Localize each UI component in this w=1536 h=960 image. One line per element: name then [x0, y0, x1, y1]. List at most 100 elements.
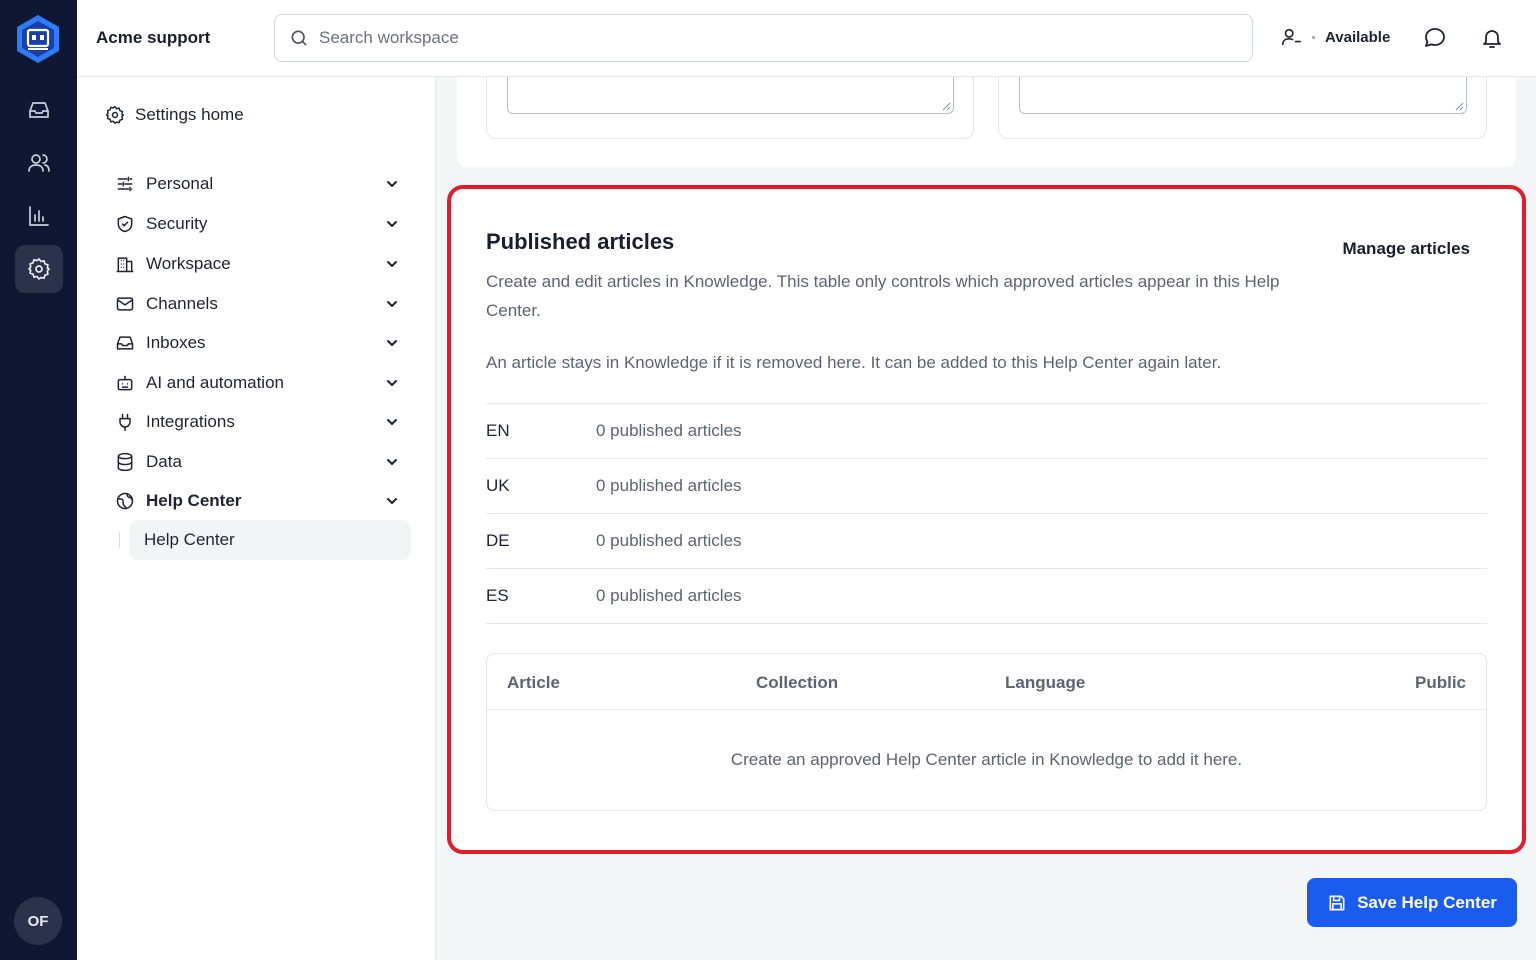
save-help-center-button[interactable]: Save Help Center [1307, 878, 1517, 927]
section-description: Create and edit articles in Knowledge. T… [486, 272, 1280, 320]
plug-icon [119, 413, 131, 432]
user-icon [1281, 28, 1301, 46]
search-box[interactable] [274, 14, 1253, 62]
column-header-public[interactable]: Public [1415, 673, 1466, 693]
app-logo-icon[interactable] [15, 14, 61, 64]
sidebar-item-help-center[interactable]: Help Center [115, 486, 405, 516]
rail-inbox-button[interactable] [15, 86, 63, 134]
sidebar-item-label: Data [146, 452, 182, 471]
table-header: Article Collection Language Public [487, 654, 1486, 710]
mail-icon [116, 297, 134, 311]
language-code: ES [486, 586, 509, 605]
sidebar-item-label: Security [146, 214, 208, 233]
status-label: Available [1325, 28, 1391, 46]
user-avatar[interactable]: OF [14, 897, 62, 945]
resize-handle-icon[interactable] [1455, 102, 1464, 111]
articles-table: Article Collection Language Public Creat… [486, 653, 1487, 811]
sidebar-item-security[interactable]: Security [115, 209, 405, 239]
sidebar-item-ai-automation[interactable]: AI and automation [115, 368, 405, 398]
section-note: An article stays in Knowledge if it is r… [486, 353, 1222, 372]
globe-icon [116, 492, 134, 510]
messages-button[interactable] [1422, 25, 1448, 51]
settings-sidebar: Settings home Personal Security Workspac… [77, 77, 436, 960]
inbox-icon [29, 102, 49, 118]
chat-bubble-icon [1425, 28, 1445, 47]
chevron-down-icon [387, 419, 397, 425]
language-row: EN 0 published articles [486, 403, 1487, 458]
previous-subcard-right [998, 77, 1487, 139]
sidebar-item-label: Integrations [146, 412, 235, 431]
top-bar: Acme support Available [77, 0, 1536, 77]
article-count: 0 published articles [596, 531, 742, 550]
sidebar-item-label: Personal [146, 174, 214, 193]
chevron-down-icon [387, 380, 397, 386]
building-icon [116, 257, 134, 273]
textarea-right[interactable] [1019, 77, 1467, 114]
sidebar-item-personal[interactable]: Personal [115, 169, 405, 199]
language-row: DE 0 published articles [486, 513, 1487, 568]
manage-articles-button[interactable]: Manage articles [1342, 239, 1470, 259]
column-header-language[interactable]: Language [1005, 673, 1085, 693]
submenu-guide-line [119, 532, 120, 548]
language-code: DE [486, 531, 510, 550]
workspace-name: Acme support [96, 28, 211, 47]
sidebar-item-inboxes[interactable]: Inboxes [115, 328, 405, 358]
status-dot [1312, 35, 1315, 39]
language-row: UK 0 published articles [486, 458, 1487, 513]
app-rail: OF [0, 0, 77, 960]
previous-subcard-left [486, 77, 974, 139]
chevron-down-icon [387, 181, 397, 187]
search-input[interactable] [319, 28, 1219, 48]
sidebar-item-label: Workspace [146, 254, 231, 273]
published-articles-card: Published articles Manage articles Creat… [447, 185, 1526, 854]
article-count: 0 published articles [596, 476, 742, 495]
search-icon [291, 30, 307, 46]
chevron-down-icon [387, 459, 397, 465]
chevron-down-icon [387, 221, 397, 227]
language-code: EN [486, 421, 510, 440]
sidebar-item-workspace[interactable]: Workspace [115, 249, 405, 279]
sidebar-item-label: Channels [146, 294, 218, 313]
sidebar-item-label: Help Center [146, 491, 242, 510]
gear-icon [28, 258, 50, 280]
column-header-collection[interactable]: Collection [756, 673, 838, 693]
database-icon [117, 452, 133, 472]
sidebar-item-data[interactable]: Data [115, 447, 405, 477]
bar-chart-icon [29, 206, 49, 226]
chevron-down-icon [387, 340, 397, 346]
sidebar-item-channels[interactable]: Channels [115, 289, 405, 319]
inbox-icon [116, 336, 134, 350]
empty-table-message: Create an approved Help Center article i… [730, 750, 1243, 769]
save-icon [1329, 895, 1345, 910]
bot-icon [117, 375, 133, 391]
section-title: Published articles [486, 229, 675, 254]
main-content: Published articles Manage articles Creat… [437, 77, 1536, 960]
rail-reports-button[interactable] [15, 192, 63, 240]
notifications-button[interactable] [1479, 25, 1505, 51]
resize-handle-icon[interactable] [942, 102, 951, 111]
sidebar-item-integrations[interactable]: Integrations [115, 407, 405, 437]
chevron-down-icon [387, 498, 397, 504]
bell-icon [1483, 30, 1501, 48]
rail-settings-button[interactable] [15, 245, 63, 293]
article-count: 0 published articles [596, 421, 742, 440]
chevron-down-icon [387, 261, 397, 267]
gear-icon [105, 105, 125, 125]
column-header-article[interactable]: Article [507, 673, 560, 693]
sidebar-item-label: AI and automation [146, 373, 284, 392]
language-row: ES 0 published articles [486, 568, 1487, 623]
divider [486, 623, 1487, 624]
rail-contacts-button[interactable] [15, 139, 63, 187]
language-code: UK [486, 476, 510, 495]
previous-section-card [457, 77, 1516, 167]
save-button-label: Save Help Center [1357, 892, 1497, 912]
availability-status[interactable]: Available [1280, 26, 1390, 48]
shield-icon [117, 215, 133, 233]
users-icon [28, 154, 50, 172]
sidebar-item-label: Inboxes [146, 333, 206, 352]
sidebar-subitem-help-center[interactable]: Help Center [129, 520, 411, 560]
settings-home-link[interactable]: Settings home [105, 105, 244, 125]
textarea-left[interactable] [507, 77, 954, 114]
article-count: 0 published articles [596, 586, 742, 605]
sliders-icon [117, 176, 133, 192]
